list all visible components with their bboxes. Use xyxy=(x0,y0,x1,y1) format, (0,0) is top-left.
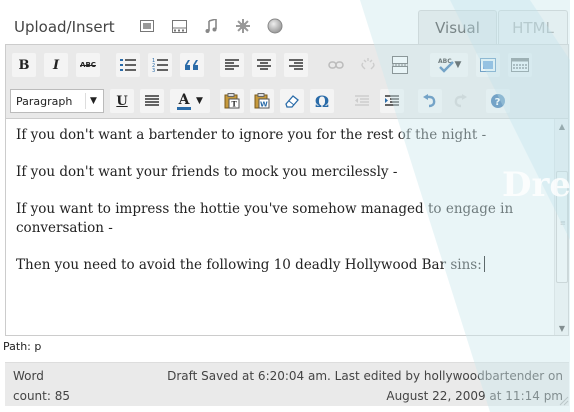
clear-formatting-button[interactable] xyxy=(280,89,304,113)
ordered-list-button[interactable]: 123 xyxy=(148,53,172,77)
editor-content[interactable]: If you don't want a bartender to ignore … xyxy=(5,118,569,336)
paste-text-icon: T xyxy=(224,93,240,109)
outdent-button[interactable] xyxy=(350,89,374,113)
draft-status: Draft Saved at 6:20:04 am. Last edited b… xyxy=(167,369,563,383)
bullet-list-icon xyxy=(120,59,136,71)
bold-button[interactable]: B xyxy=(12,53,36,77)
format-select-value: Paragraph xyxy=(16,94,73,108)
scroll-up-icon[interactable]: ▲ xyxy=(555,119,568,133)
word-count-label: Word xyxy=(13,369,44,383)
circle-icon[interactable] xyxy=(266,17,284,35)
kitchen-sink-icon xyxy=(511,58,529,72)
fullscreen-icon xyxy=(480,58,496,72)
text-caret xyxy=(483,256,485,272)
spellcheck-button[interactable]: ABC ▼ xyxy=(430,53,468,77)
paste-word-button[interactable]: W xyxy=(250,89,274,113)
status-bar: Word count: 85 Draft Saved at 6:20:04 am… xyxy=(5,362,569,406)
scroll-grip: ≡ xyxy=(560,219,566,227)
scroll-thumb[interactable]: ≡ xyxy=(556,171,568,283)
upload-insert-label: Upload/Insert xyxy=(14,18,115,36)
numbered-list-icon: 123 xyxy=(152,58,168,72)
unlink-button[interactable] xyxy=(356,53,380,77)
editor-topbar: Upload/Insert Visual HTML xyxy=(0,0,574,44)
path-bar: Path: p xyxy=(3,340,42,353)
italic-button[interactable]: I xyxy=(44,53,68,77)
help-button[interactable]: ? xyxy=(486,89,510,113)
redo-icon xyxy=(454,94,467,108)
content-paragraph: If you don't want your friends to mock y… xyxy=(16,164,398,180)
paste-text-button[interactable]: T xyxy=(220,89,244,113)
link-icon xyxy=(328,61,344,69)
more-tag-icon xyxy=(392,56,408,74)
audio-icon[interactable] xyxy=(202,17,220,35)
quote-icon xyxy=(185,60,198,70)
link-button[interactable] xyxy=(324,53,348,77)
post-editor: Upload/Insert Visual HTML B I ABC 1 2 3 … xyxy=(0,0,574,412)
kitchen-sink-button[interactable] xyxy=(508,53,532,77)
align-justify-icon xyxy=(145,95,159,106)
video-icon[interactable] xyxy=(170,17,188,35)
align-center-button[interactable] xyxy=(252,53,276,77)
format-select[interactable]: Paragraph ▼ xyxy=(10,89,104,113)
svg-text:W: W xyxy=(260,101,268,109)
tab-visual[interactable]: Visual xyxy=(418,10,497,44)
undo-icon xyxy=(423,94,436,108)
text-color-button[interactable]: A ▼ xyxy=(170,89,210,113)
underline-button[interactable]: U xyxy=(110,89,134,113)
special-character-button[interactable]: Ω xyxy=(310,89,334,113)
unordered-list-button[interactable] xyxy=(116,53,140,77)
spellcheck-icon: ABC xyxy=(438,58,454,73)
svg-text:?: ? xyxy=(495,97,501,108)
blockquote-button[interactable] xyxy=(180,53,204,77)
text-color-icon: A xyxy=(177,91,192,110)
fullscreen-button[interactable] xyxy=(476,53,500,77)
svg-text:T: T xyxy=(232,100,238,109)
content-paragraph: If you don't want a bartender to ignore … xyxy=(16,127,487,143)
help-icon: ? xyxy=(491,94,505,108)
chevron-down-icon: ▼ xyxy=(85,93,101,109)
eraser-icon xyxy=(285,95,299,108)
media-buttons xyxy=(138,17,298,35)
content-paragraph: Then you need to avoid the following 10 … xyxy=(16,256,546,275)
word-count-value: count: 85 xyxy=(13,389,70,403)
insert-more-button[interactable] xyxy=(388,53,412,77)
undo-button[interactable] xyxy=(418,89,442,113)
redo-button[interactable] xyxy=(448,89,472,113)
svg-text:3: 3 xyxy=(152,68,155,72)
justify-button[interactable] xyxy=(140,89,164,113)
paste-word-icon: W xyxy=(254,93,270,109)
align-center-icon xyxy=(257,59,271,70)
tab-html[interactable]: HTML xyxy=(498,10,568,44)
resize-grip-icon[interactable] xyxy=(557,394,569,406)
unlink-icon xyxy=(361,58,375,70)
strikethrough-button[interactable]: ABC xyxy=(76,53,100,77)
scroll-down-icon[interactable]: ▼ xyxy=(555,321,568,335)
align-left-icon xyxy=(225,59,239,70)
editor-toolbar: B I ABC 123 ABC ▼ Paragraph ▼ U A ▼ T W … xyxy=(5,44,569,118)
indent-icon xyxy=(385,95,399,106)
chevron-down-icon: ▼ xyxy=(196,96,203,106)
content-paragraph: If you want to impress the hottie you've… xyxy=(16,201,514,236)
align-right-button[interactable] xyxy=(284,53,308,77)
media-icon[interactable] xyxy=(234,17,252,35)
editor-text[interactable]: If you don't want a bartender to ignore … xyxy=(6,119,556,335)
outdent-icon xyxy=(355,95,369,106)
chevron-down-icon: ▼ xyxy=(454,60,462,70)
indent-button[interactable] xyxy=(380,89,404,113)
content-scrollbar[interactable]: ▲ ≡ ▼ xyxy=(554,119,568,335)
align-left-button[interactable] xyxy=(220,53,244,77)
image-icon[interactable] xyxy=(138,17,156,35)
align-right-icon xyxy=(289,59,303,70)
last-edited-date: August 22, 2009 at 11:14 pm xyxy=(386,389,563,403)
